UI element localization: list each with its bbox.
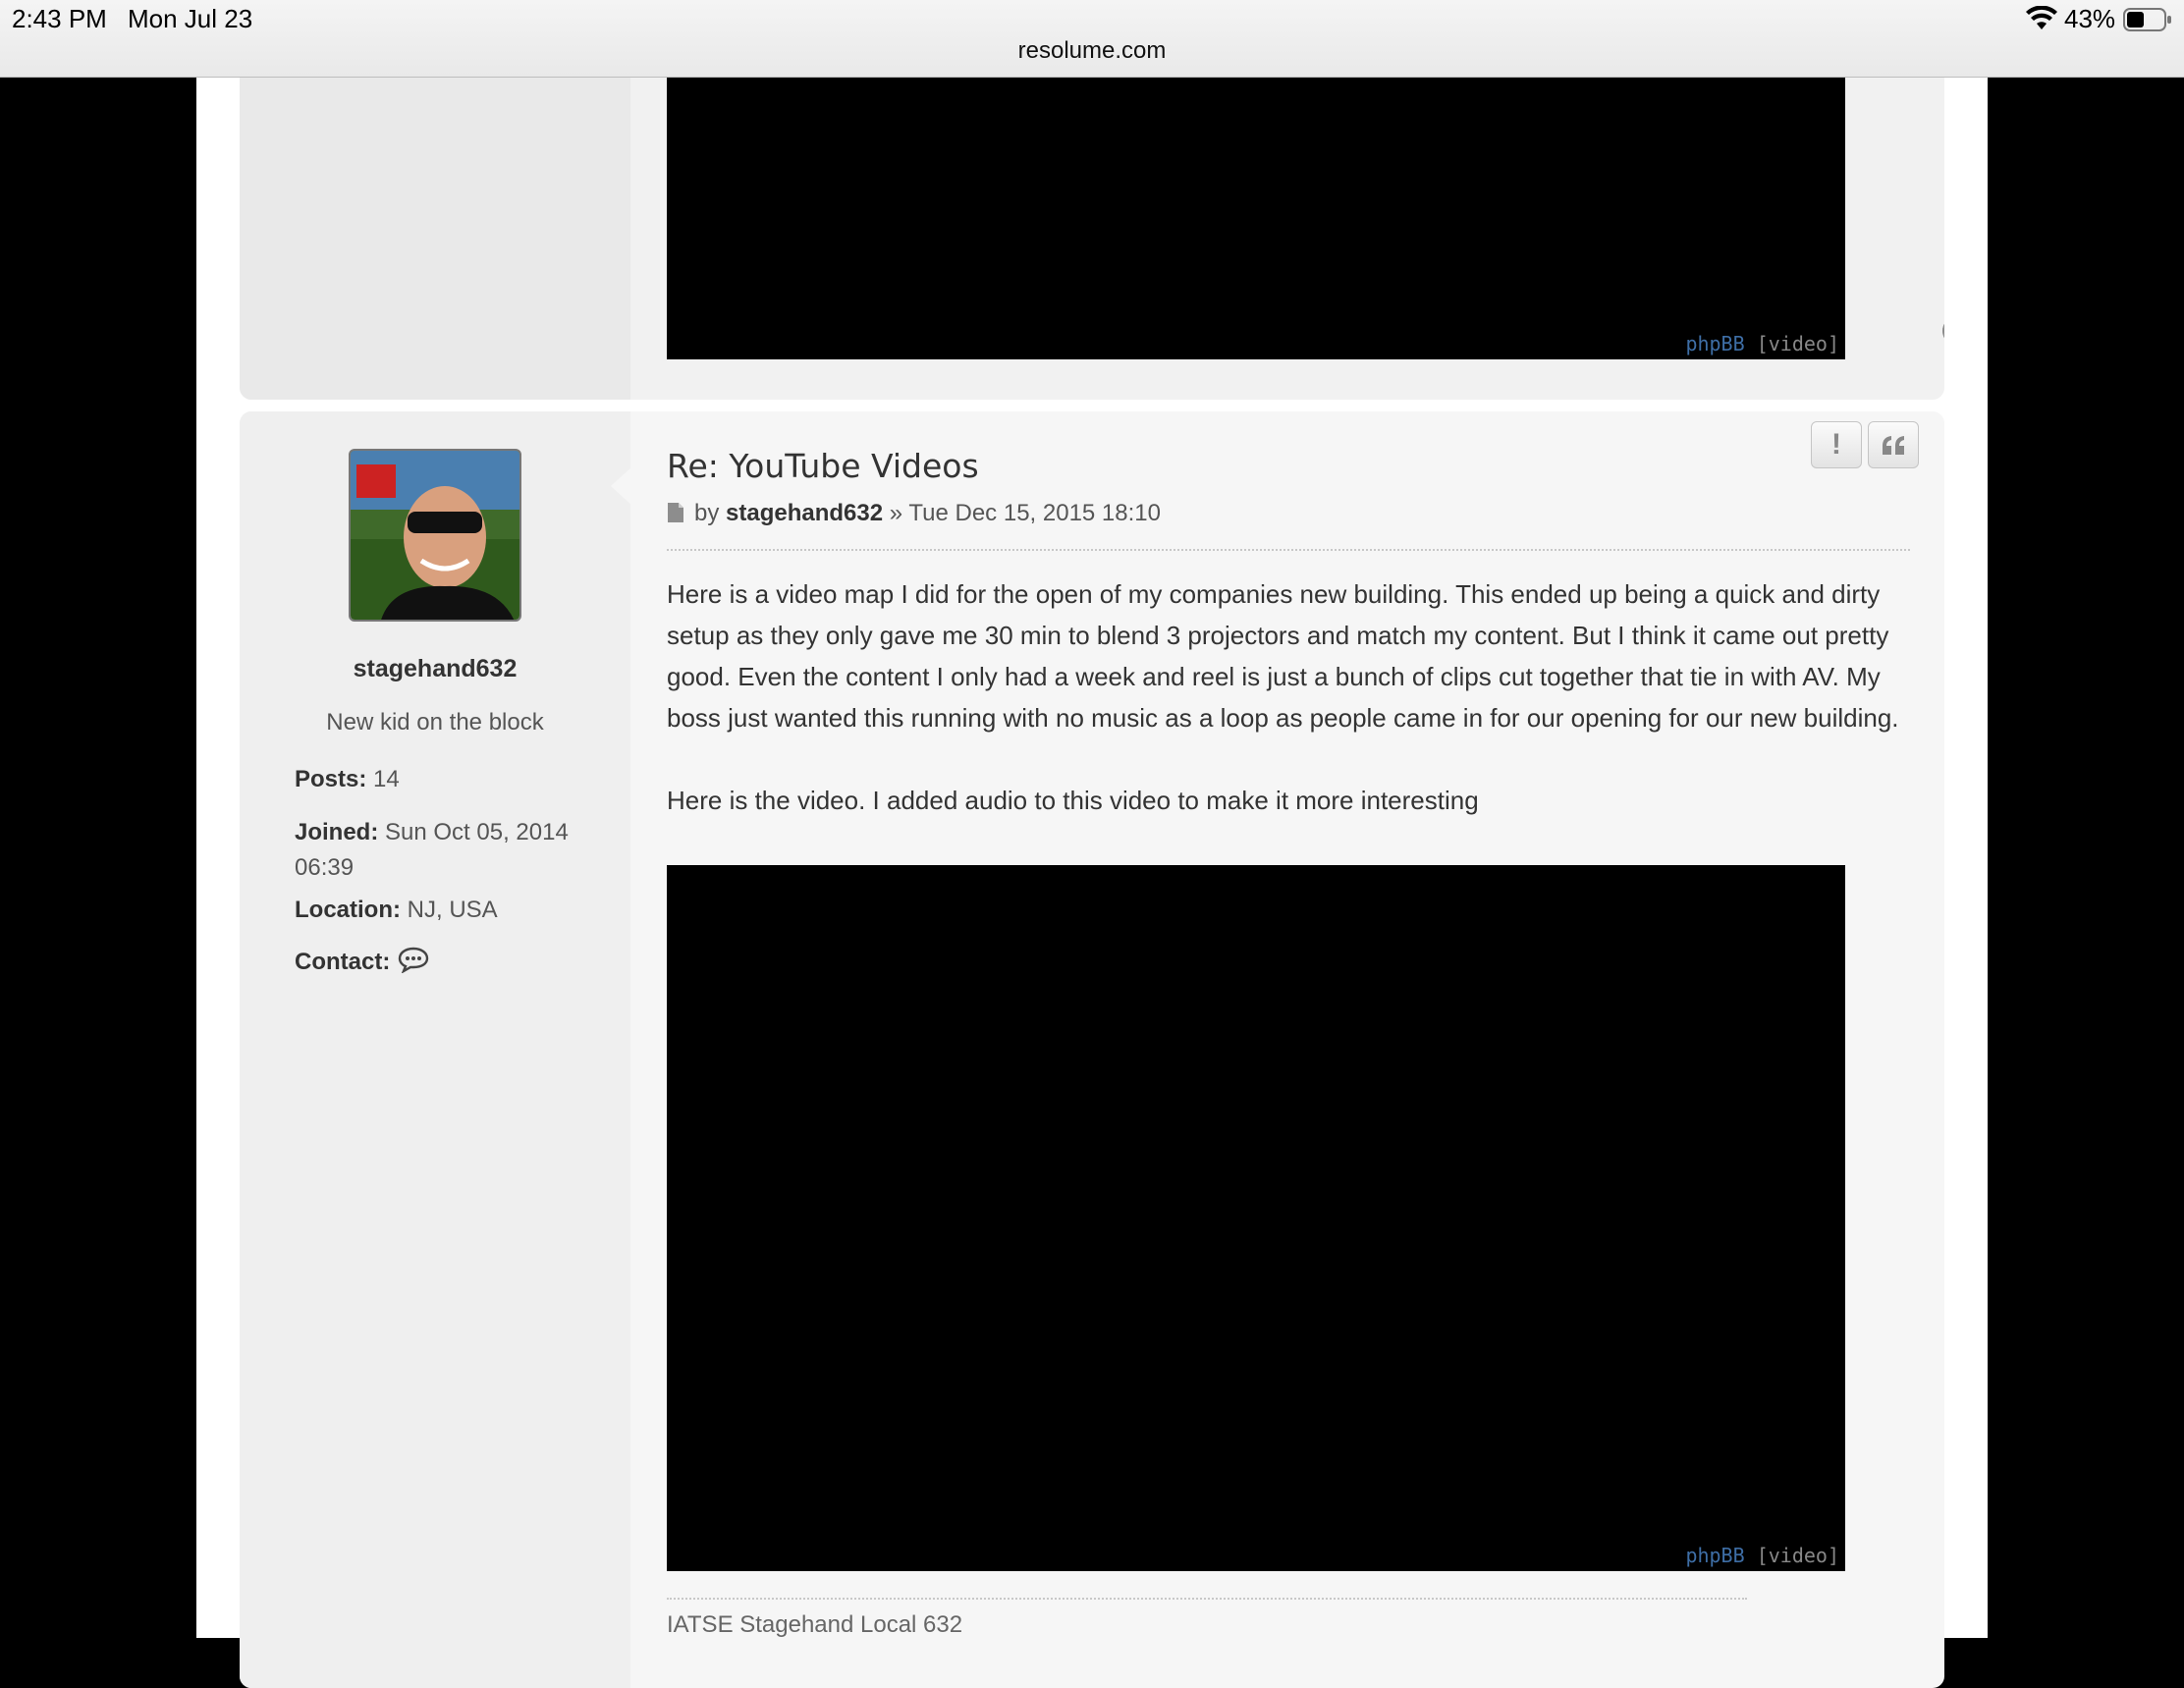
video-caption: phpBB [video] <box>1685 1544 1839 1567</box>
video-tag: [video] <box>1756 332 1839 355</box>
previous-post-video[interactable]: phpBB [video] <box>667 78 1845 359</box>
quote-icon <box>1883 436 1904 455</box>
video-tag: [video] <box>1756 1544 1839 1567</box>
profile-username[interactable]: stagehand632 <box>240 655 630 683</box>
video-caption: phpBB [video] <box>1685 332 1839 355</box>
profile-location-label: Location: <box>295 897 401 923</box>
profile-contact: Contact: <box>295 945 609 980</box>
post-title[interactable]: Re: YouTube Videos <box>667 447 979 485</box>
previous-post-profile <box>240 58 630 400</box>
address-bar-url[interactable]: resolume.com <box>0 37 2184 65</box>
previous-post: phpBB [video] <box>240 58 1944 400</box>
post-meta: by stagehand632 » Tue Dec 15, 2015 18:10 <box>667 500 1161 527</box>
profile-joined-label: Joined: <box>295 819 379 845</box>
battery-percent: 43% <box>2064 4 2116 33</box>
video-brand-link[interactable]: phpBB <box>1685 332 1744 355</box>
post-meta-divider <box>667 549 1910 551</box>
profile-contact-label: Contact: <box>295 949 391 975</box>
back-to-top-icon[interactable] <box>1942 317 1944 345</box>
status-date: Mon Jul 23 <box>128 4 253 33</box>
battery-icon <box>2123 8 2171 31</box>
forum-page: phpBB [video] stagehand632 New kid on th… <box>196 58 1988 1688</box>
post-author-link[interactable]: stagehand632 <box>726 500 883 526</box>
post-meta-by: by <box>694 500 720 526</box>
post-date: » Tue Dec 15, 2015 18:10 <box>889 500 1161 526</box>
profile-location-value: NJ, USA <box>407 897 498 923</box>
status-time: 2:43 PM <box>12 4 107 33</box>
profile-arrow <box>611 466 632 506</box>
post-video[interactable]: phpBB [video] <box>667 865 1845 1571</box>
profile-location: Location: NJ, USA <box>295 893 609 928</box>
video-brand-link[interactable]: phpBB <box>1685 1544 1744 1567</box>
post-body: Here is a video map I did for the open o… <box>667 573 1924 821</box>
post-paragraph: Here is a video map I did for the open o… <box>667 579 1899 733</box>
post-profile: stagehand632 New kid on the block Posts:… <box>240 411 630 1688</box>
profile-posts-value[interactable]: 14 <box>373 766 400 792</box>
quote-button[interactable] <box>1868 421 1919 468</box>
profile-posts: Posts: 14 <box>295 762 609 797</box>
profile-posts-label: Posts: <box>295 766 367 792</box>
post-file-icon[interactable] <box>667 502 684 523</box>
post-paragraph: Here is the video. I added audio to this… <box>667 786 1479 815</box>
profile-rank: New kid on the block <box>326 709 544 735</box>
browser-status-bar: 2:43 PM Mon Jul 23 resolume.com 43% <box>0 0 2184 78</box>
post-signature: IATSE Stagehand Local 632 <box>667 1611 963 1638</box>
signature-divider <box>667 1598 1747 1600</box>
profile-joined: Joined: Sun Oct 05, 2014 06:39 <box>295 815 609 886</box>
chat-bubble-icon[interactable] <box>397 946 430 973</box>
avatar-image <box>351 451 519 620</box>
report-button[interactable]: ! <box>1811 421 1862 468</box>
forum-post: stagehand632 New kid on the block Posts:… <box>240 411 1944 1688</box>
wifi-icon <box>2026 6 2057 29</box>
avatar[interactable] <box>349 449 521 622</box>
